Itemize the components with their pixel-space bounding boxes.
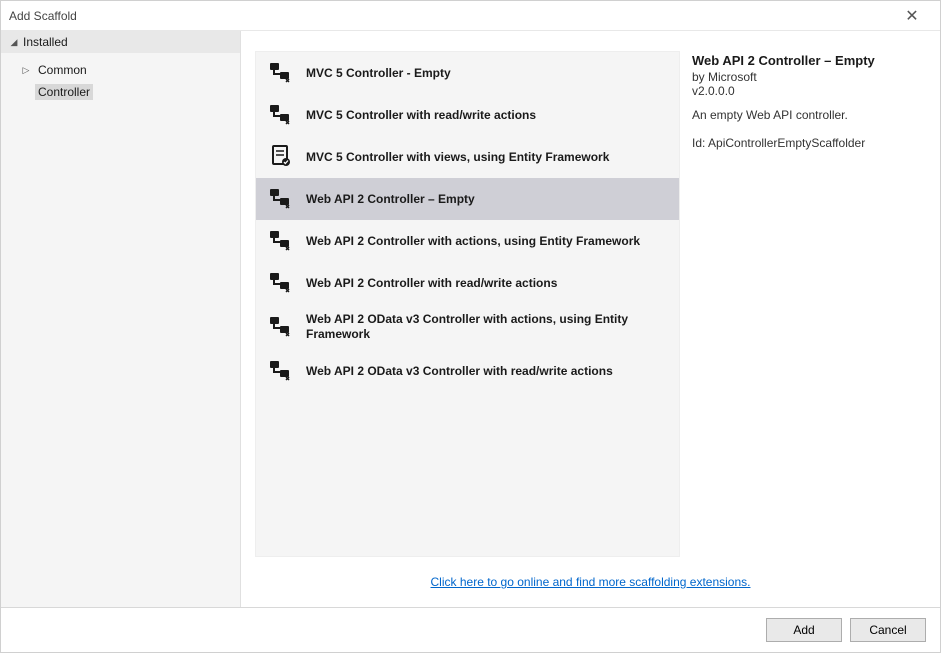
details-id-value: ApiControllerEmptyScaffolder: [708, 136, 865, 150]
dialog-footer: Add Cancel: [1, 607, 940, 652]
scaffold-item-label: MVC 5 Controller with read/write actions: [306, 108, 536, 123]
scaffold-item[interactable]: Web API 2 Controller with read/write act…: [256, 262, 679, 304]
scaffold-item[interactable]: Web API 2 Controller – Empty: [256, 178, 679, 220]
main-pane: MVC 5 Controller - Empty MVC 5 Controlle…: [241, 31, 940, 607]
scaffold-item-label: Web API 2 Controller with read/write act…: [306, 276, 557, 291]
content-area: ◢ Installed ▷ Common Controller: [1, 31, 940, 607]
tree-root-installed[interactable]: ◢ Installed: [1, 31, 240, 53]
details-id-label: Id:: [692, 136, 705, 150]
scaffold-item-label: Web API 2 Controller – Empty: [306, 192, 475, 207]
online-extensions-link[interactable]: Click here to go online and find more sc…: [431, 575, 751, 589]
controller-icon: [268, 102, 294, 128]
sidebar-item-common[interactable]: ▷ Common: [1, 59, 240, 81]
expander-down-icon: ◢: [9, 37, 19, 47]
online-link-row: Click here to go online and find more sc…: [241, 565, 940, 607]
scaffold-item[interactable]: MVC 5 Controller with read/write actions: [256, 94, 679, 136]
details-version: v2.0.0.0: [692, 84, 922, 98]
close-button[interactable]: ✕: [892, 2, 932, 30]
details-id: Id: ApiControllerEmptyScaffolder: [692, 136, 922, 150]
window-title: Add Scaffold: [9, 9, 892, 23]
sidebar-item-label: Common: [38, 63, 87, 77]
scaffold-item-label: MVC 5 Controller - Empty: [306, 66, 451, 81]
expander-spacer: [21, 87, 31, 97]
scaffold-list: MVC 5 Controller - Empty MVC 5 Controlle…: [255, 51, 680, 557]
scaffold-item[interactable]: MVC 5 Controller with views, using Entit…: [256, 136, 679, 178]
main-columns: MVC 5 Controller - Empty MVC 5 Controlle…: [241, 31, 940, 565]
details-pane: Web API 2 Controller – Empty by Microsof…: [692, 51, 922, 557]
details-description: An empty Web API controller.: [692, 108, 922, 122]
sidebar-item-controller[interactable]: Controller: [1, 81, 240, 103]
close-icon: ✕: [905, 6, 918, 26]
controller-icon: [268, 228, 294, 254]
details-title: Web API 2 Controller – Empty: [692, 53, 922, 68]
controller-icon: [268, 60, 294, 86]
tree-root-label: Installed: [23, 35, 68, 49]
titlebar: Add Scaffold ✕: [1, 1, 940, 31]
tree-children: ▷ Common Controller: [1, 53, 240, 103]
scaffold-item-label: Web API 2 OData v3 Controller with read/…: [306, 364, 613, 379]
scaffold-item[interactable]: MVC 5 Controller - Empty: [256, 52, 679, 94]
controller-views-icon: [268, 144, 294, 170]
scaffold-item[interactable]: Web API 2 OData v3 Controller with actio…: [256, 304, 679, 350]
cancel-button[interactable]: Cancel: [850, 618, 926, 642]
scaffold-item-label: MVC 5 Controller with views, using Entit…: [306, 150, 609, 165]
scaffold-item[interactable]: Web API 2 OData v3 Controller with read/…: [256, 350, 679, 392]
add-button[interactable]: Add: [766, 618, 842, 642]
scaffold-item-label: Web API 2 Controller with actions, using…: [306, 234, 640, 249]
controller-icon: [268, 270, 294, 296]
sidebar-item-label: Controller: [38, 85, 90, 99]
controller-icon: [268, 186, 294, 212]
expander-right-icon: ▷: [21, 65, 31, 75]
controller-icon: [268, 358, 294, 384]
details-author: by Microsoft: [692, 70, 922, 84]
scaffold-item-label: Web API 2 OData v3 Controller with actio…: [306, 312, 667, 342]
sidebar: ◢ Installed ▷ Common Controller: [1, 31, 241, 607]
controller-icon: [268, 314, 294, 340]
scaffold-item[interactable]: Web API 2 Controller with actions, using…: [256, 220, 679, 262]
